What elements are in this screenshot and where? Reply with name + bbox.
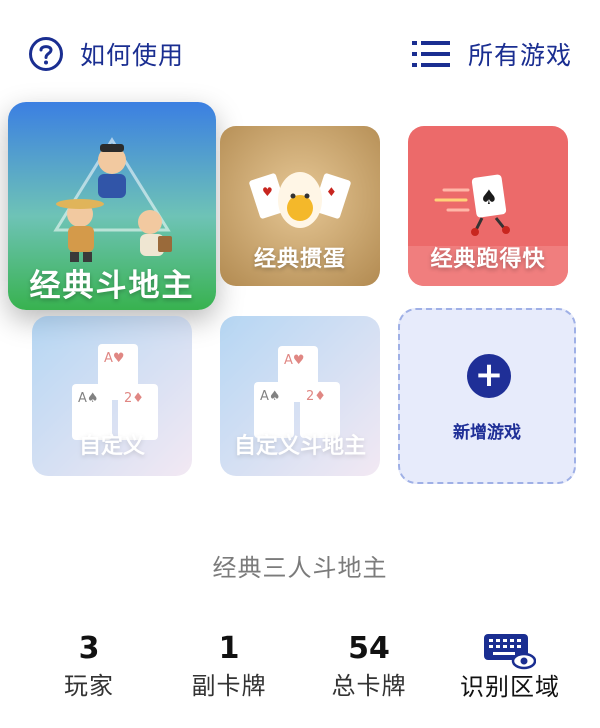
recognition-area-button[interactable]: 识别区域 xyxy=(440,630,580,702)
game-title: 自定义 xyxy=(78,434,145,459)
game-card-classic-paodekuai[interactable]: ♠ 经典跑得快 xyxy=(408,126,568,286)
list-icon xyxy=(411,41,450,67)
plus-icon: + xyxy=(467,354,511,398)
svg-text:A♠: A♠ xyxy=(260,389,281,404)
svg-text:♦: ♦ xyxy=(326,185,337,199)
decks-stat: 1 副卡牌 xyxy=(169,630,289,704)
svg-text:2♦: 2♦ xyxy=(124,391,144,406)
players-stat: 3 玩家 xyxy=(29,630,149,704)
all-games-label: 所有游戏 xyxy=(467,41,572,70)
total-cards-stat: 54 总卡牌 xyxy=(309,630,429,704)
recognition-area-label: 识别区域 xyxy=(460,673,560,701)
how-to-use-button[interactable]: 如何使用 xyxy=(28,34,184,74)
svg-text:A♠: A♠ xyxy=(78,391,99,406)
game-title: 经典跑得快 xyxy=(430,247,546,272)
game-title: 经典斗地主 xyxy=(29,268,195,304)
question-icon xyxy=(29,37,63,71)
total-cards-label: 总卡牌 xyxy=(331,672,407,700)
current-mode-caption: 经典三人斗地主 xyxy=(212,554,388,582)
svg-text:♠: ♠ xyxy=(480,185,498,209)
all-games-button[interactable]: 所有游戏 xyxy=(411,34,572,74)
svg-text:A♥: A♥ xyxy=(104,351,125,366)
game-card-classic-guandan[interactable]: ♥ ♦ 经典掼蛋 xyxy=(220,126,380,286)
total-cards-count: 54 xyxy=(348,631,390,666)
keyboard-eye-icon xyxy=(484,634,536,670)
game-title: 经典掼蛋 xyxy=(253,247,346,272)
players-label: 玩家 xyxy=(64,672,114,700)
add-game-label: 新增游戏 xyxy=(453,423,521,443)
svg-text:A♥: A♥ xyxy=(284,353,305,368)
top-bar: 如何使用 所有游戏 xyxy=(0,0,600,104)
game-title: 自定义斗地主 xyxy=(233,434,366,459)
game-card-custom[interactable]: A♥ A♠ 2♦ 自定义 xyxy=(32,316,192,476)
decks-label: 副卡牌 xyxy=(191,672,267,700)
svg-text:2♦: 2♦ xyxy=(306,389,326,404)
how-to-use-label: 如何使用 xyxy=(80,41,185,70)
decks-count: 1 xyxy=(218,631,240,666)
add-game-button[interactable]: + 新增游戏 xyxy=(398,308,576,484)
players-count: 3 xyxy=(78,631,100,666)
svg-text:♥: ♥ xyxy=(262,185,273,199)
game-card-custom-doudizhu[interactable]: A♥ A♠ 2♦ 自定义斗地主 xyxy=(220,316,380,476)
game-card-classic-doudizhu[interactable]: 经典斗地主 xyxy=(8,102,216,310)
